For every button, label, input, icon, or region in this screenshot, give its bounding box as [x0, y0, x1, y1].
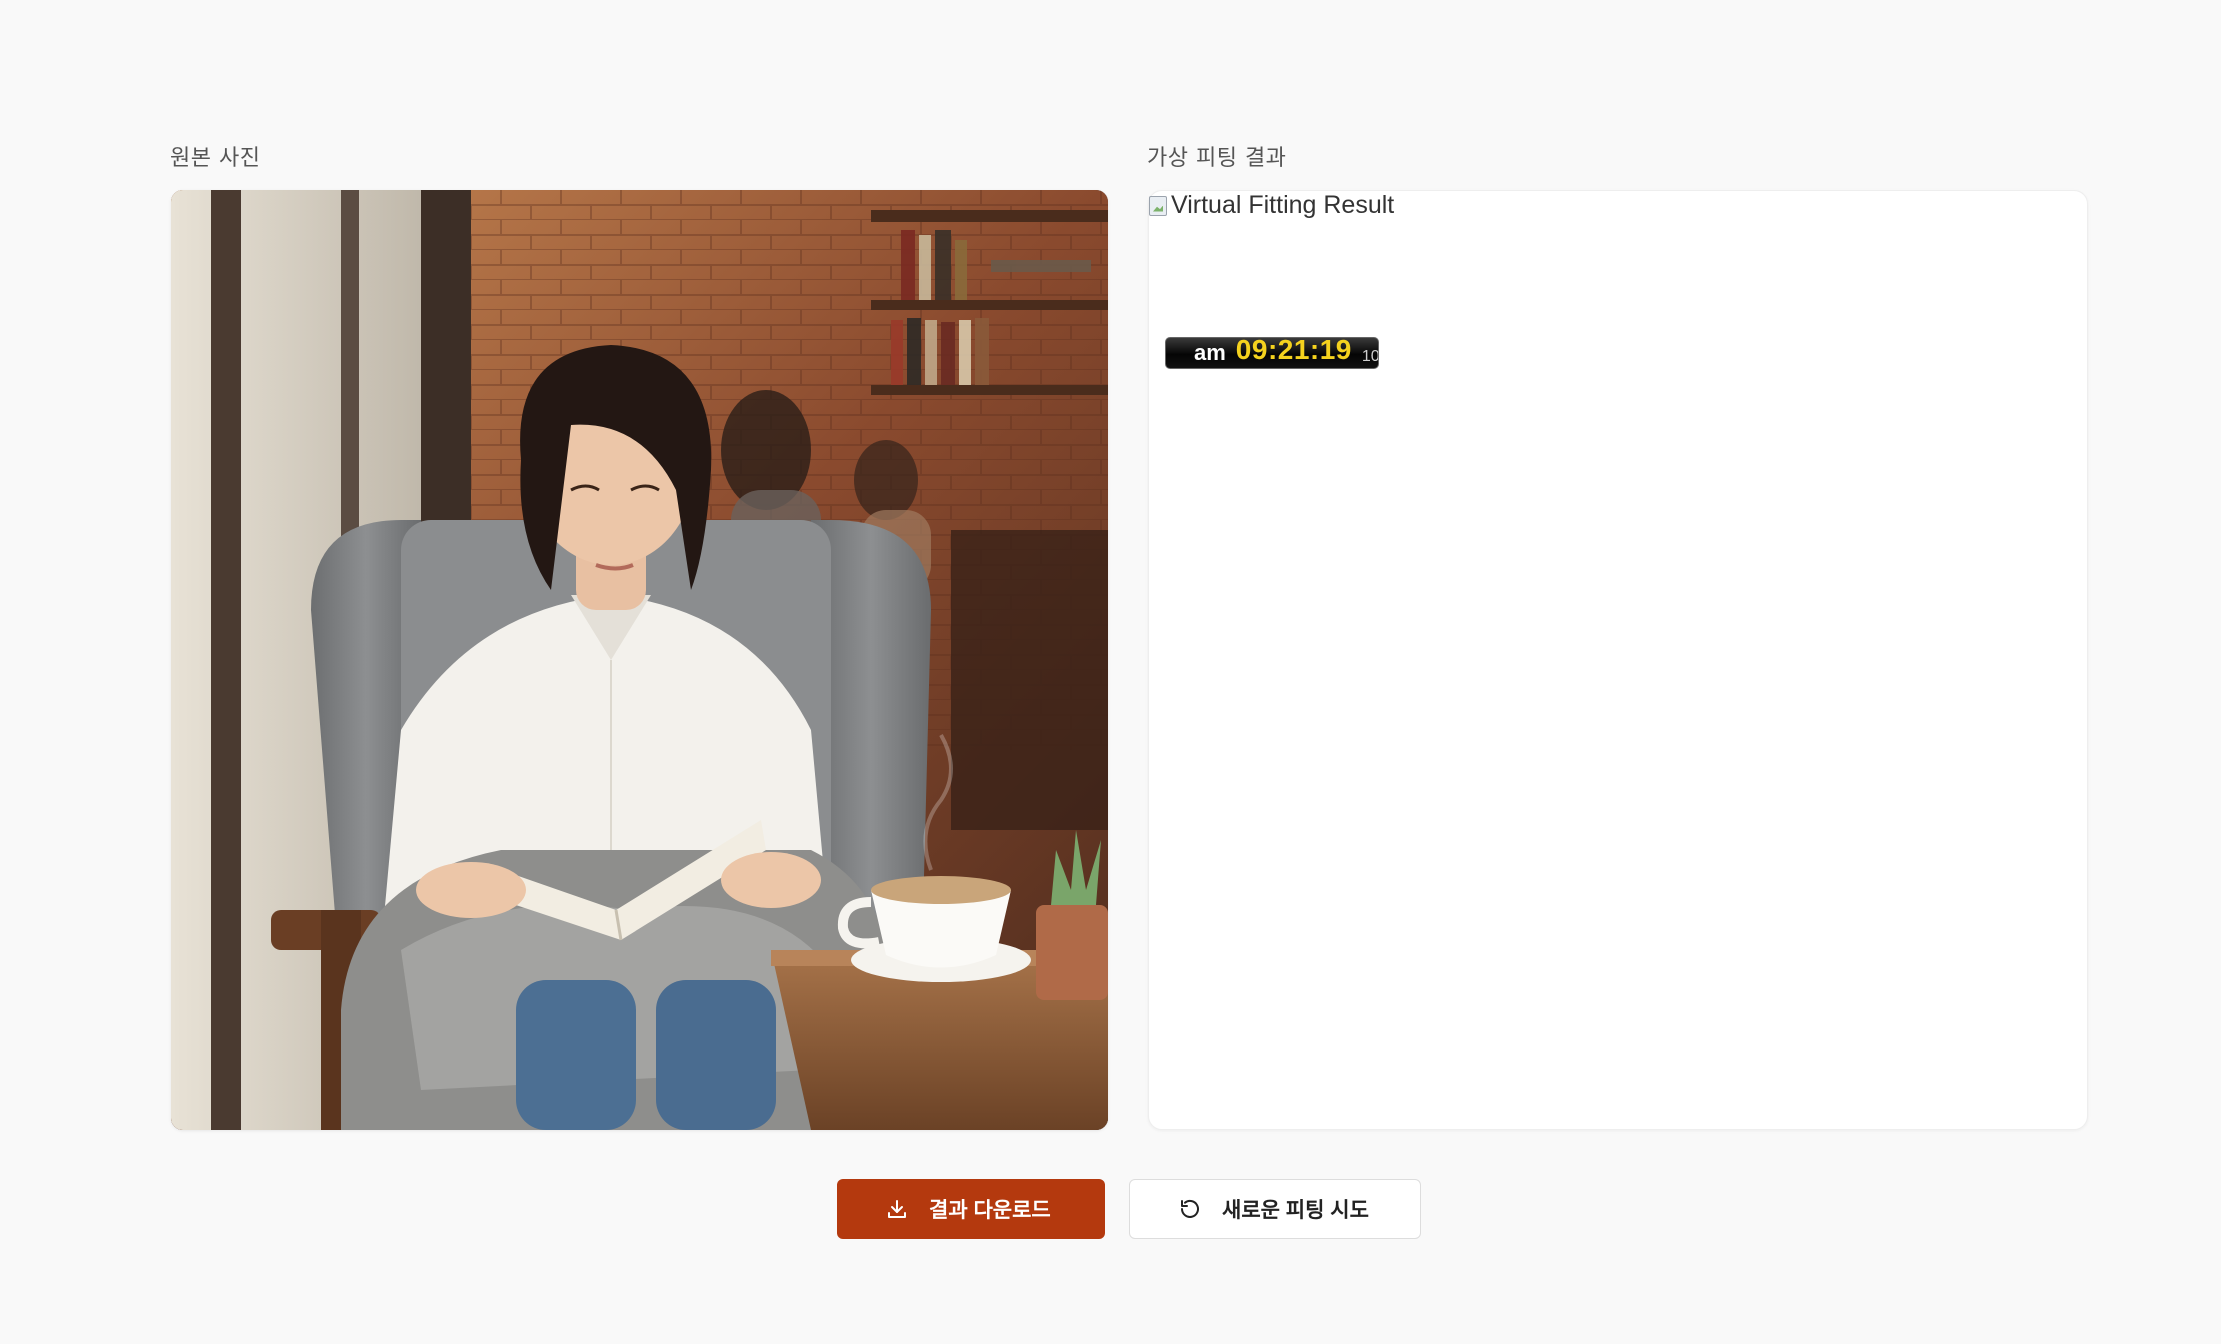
- download-result-button[interactable]: 결과 다운로드: [837, 1179, 1105, 1239]
- clock-extra: 10: [1361, 348, 1379, 365]
- download-button-label: 결과 다운로드: [929, 1199, 1051, 1222]
- original-photo: [171, 190, 1108, 1130]
- result-label: 가상 피팅 결과: [1147, 146, 1287, 171]
- result-image: Virtual Fitting Result: [1149, 191, 1394, 220]
- clock-ampm: am: [1194, 340, 1226, 365]
- clock-time: 09:21:19: [1235, 337, 1352, 365]
- result-panel: Virtual Fitting Result am 09:21:19 10: [1148, 190, 2088, 1130]
- broken-image-icon: [1149, 195, 1167, 216]
- download-icon: [885, 1197, 909, 1221]
- result-image-alt: Virtual Fitting Result: [1171, 191, 1395, 219]
- clock-widget: am 09:21:19 10: [1165, 337, 1379, 369]
- refresh-icon: [1178, 1197, 1202, 1221]
- original-photo-label: 원본 사진: [170, 146, 261, 171]
- retry-fitting-button[interactable]: 새로운 피팅 시도: [1129, 1179, 1421, 1239]
- cafe-reading-photo-illustration: [171, 190, 1108, 1130]
- retry-button-label: 새로운 피팅 시도: [1222, 1199, 1369, 1222]
- virtual-fitting-page: 원본 사진 가상 피팅 결과 Virtual Fitting Result am…: [0, 0, 2221, 1344]
